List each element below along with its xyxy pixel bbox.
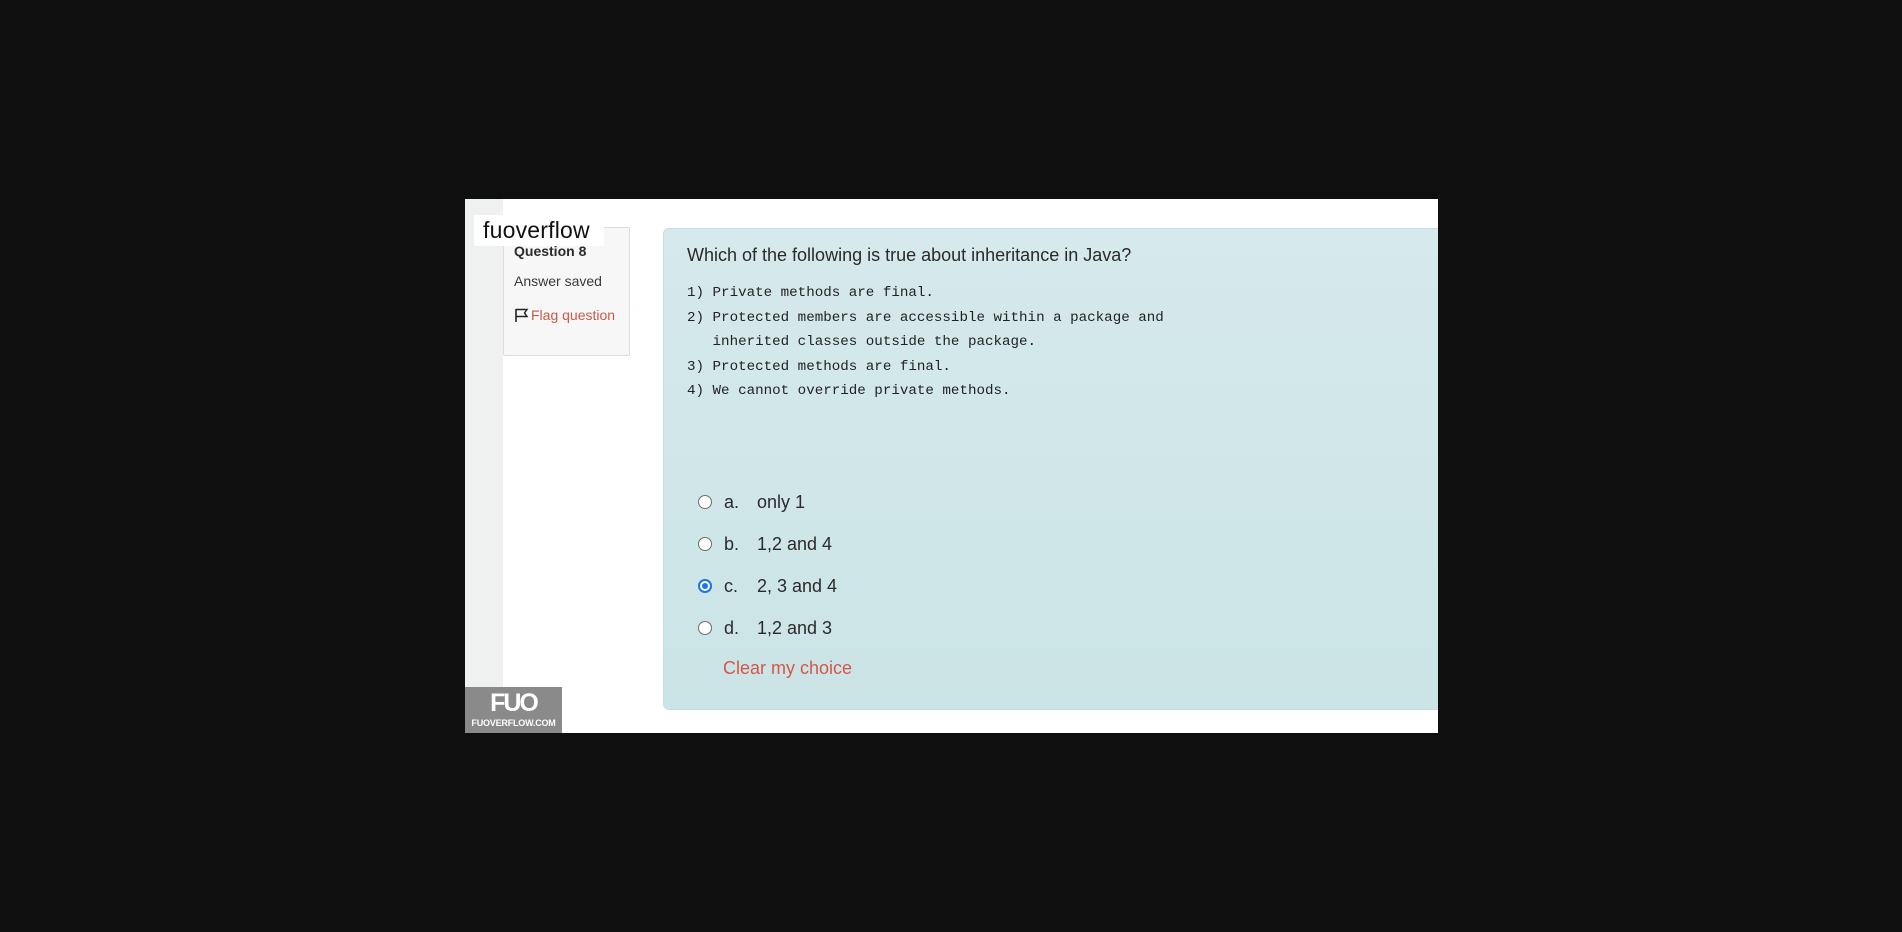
clear-choice-link[interactable]: Clear my choice — [723, 658, 852, 679]
option-letter: d. — [724, 617, 740, 638]
option-letter: b. — [724, 533, 740, 554]
quiz-screenshot: Question 8 Answer saved Flag question fu… — [465, 199, 1438, 733]
watermark-text: fuoverflow — [474, 215, 604, 246]
flag-question-label: Flag question — [531, 307, 616, 323]
flag-question-link[interactable]: Flag question — [514, 304, 624, 329]
option-text: 2, 3 and 4 — [757, 575, 838, 596]
code-line: inherited classes outside the package. — [687, 334, 1037, 350]
question-info-box: Question 8 Answer saved Flag question — [503, 227, 630, 356]
option-letter: c. — [724, 575, 739, 596]
answer-option-d[interactable]: d. 1,2 and 3 — [698, 607, 837, 649]
logo-text: FUOVERFLOW.COM — [471, 718, 556, 728]
radio-button-b[interactable] — [698, 537, 712, 551]
radio-button-c-selected[interactable] — [698, 579, 712, 593]
answer-option-b[interactable]: b. 1,2 and 4 — [698, 523, 837, 565]
code-line: 1) Private methods are final. — [687, 285, 934, 301]
answer-option-c[interactable]: c. 2, 3 and 4 — [698, 565, 837, 607]
question-text: Which of the following is true about inh… — [687, 245, 1132, 265]
code-line: 2) Protected members are accessible with… — [687, 309, 1164, 326]
answer-option-a[interactable]: a. only 1 — [698, 481, 837, 523]
answer-state: Answer saved — [514, 273, 602, 289]
logo-mark: FUO — [490, 689, 539, 717]
fuoverflow-logo: FUO FUOVERFLOW.COM — [465, 687, 562, 733]
radio-button-d[interactable] — [698, 621, 712, 635]
option-text: only 1 — [757, 491, 806, 512]
left-strip — [465, 199, 503, 733]
option-text: 1,2 and 4 — [757, 533, 833, 554]
flag-icon — [514, 307, 530, 329]
radio-button-a[interactable] — [698, 495, 712, 509]
option-letter: a. — [724, 491, 740, 512]
code-line: 4) We cannot override private methods. — [687, 383, 1011, 399]
question-content-panel: Which of the following is true about inh… — [663, 228, 1438, 710]
code-line: 3) Protected methods are final. — [687, 358, 951, 375]
answer-options: a. only 1 b. 1,2 and 4 c. 2, 3 and 4 d. … — [698, 481, 837, 649]
question-code-block: 1) Private methods are final. 2) Protect… — [687, 281, 1164, 404]
option-text: 1,2 and 3 — [757, 617, 833, 638]
